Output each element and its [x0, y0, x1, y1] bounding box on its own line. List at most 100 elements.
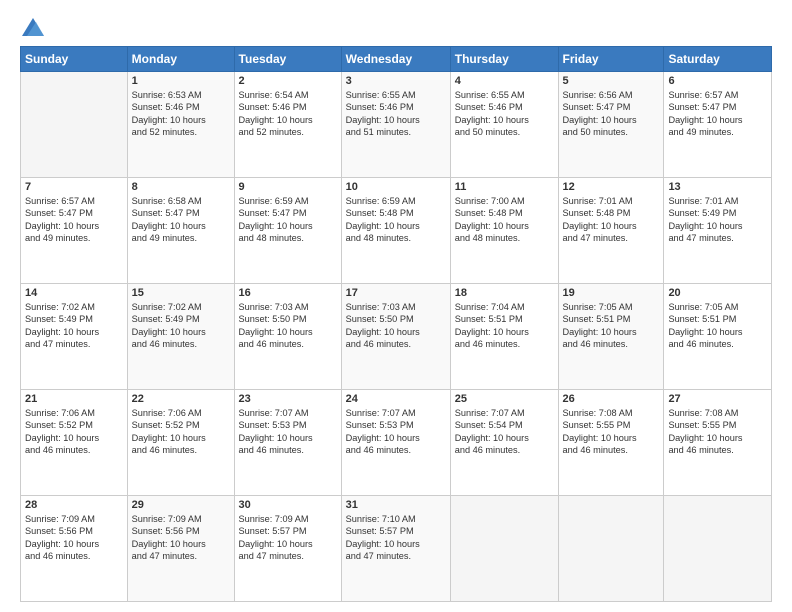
calendar-cell: 29 Sunrise: 7:09 AM Sunset: 5:56 PM Dayli…	[127, 496, 234, 602]
calendar-cell: 24 Sunrise: 7:07 AM Sunset: 5:53 PM Dayli…	[341, 390, 450, 496]
day-number: 30	[239, 499, 337, 511]
cell-content: Sunrise: 7:07 AM Sunset: 5:53 PM Dayligh…	[346, 407, 446, 457]
day-number: 11	[455, 181, 554, 193]
calendar-cell: 28 Sunrise: 7:09 AM Sunset: 5:56 PM Dayli…	[21, 496, 128, 602]
weekday-header-wednesday: Wednesday	[341, 47, 450, 72]
calendar-week-5: 28 Sunrise: 7:09 AM Sunset: 5:56 PM Dayli…	[21, 496, 772, 602]
day-number: 20	[668, 287, 767, 299]
cell-content: Sunrise: 7:02 AM Sunset: 5:49 PM Dayligh…	[132, 301, 230, 351]
day-number: 12	[563, 181, 660, 193]
cell-content: Sunrise: 6:56 AM Sunset: 5:47 PM Dayligh…	[563, 89, 660, 139]
calendar-cell: 22Sunrise: 7:06 AM Sunset: 5:52 PM Dayli…	[127, 390, 234, 496]
calendar: SundayMondayTuesdayWednesdayThursdayFrid…	[20, 46, 772, 602]
cell-content: Sunrise: 6:59 AM Sunset: 5:47 PM Dayligh…	[239, 195, 337, 245]
day-number: 6	[668, 75, 767, 87]
cell-content: Sunrise: 7:08 AM Sunset: 5:55 PM Dayligh…	[563, 407, 660, 457]
cell-content: Sunrise: 7:04 AM Sunset: 5:51 PM Dayligh…	[455, 301, 554, 351]
day-number: 28	[25, 499, 123, 511]
day-number: 2	[239, 75, 337, 87]
day-number: 10	[346, 181, 446, 193]
cell-content: Sunrise: 7:05 AM Sunset: 5:51 PM Dayligh…	[563, 301, 660, 351]
calendar-cell: 27 Sunrise: 7:08 AM Sunset: 5:55 PM Dayli…	[664, 390, 772, 496]
weekday-header-thursday: Thursday	[450, 47, 558, 72]
day-number: 7	[25, 181, 123, 193]
page: SundayMondayTuesdayWednesdayThursdayFrid…	[0, 0, 792, 612]
cell-content: Sunrise: 6:59 AM Sunset: 5:48 PM Dayligh…	[346, 195, 446, 245]
day-number: 14	[25, 287, 123, 299]
cell-content: Sunrise: 7:01 AM Sunset: 5:49 PM Dayligh…	[668, 195, 767, 245]
day-number: 26	[563, 393, 660, 405]
day-number: 15	[132, 287, 230, 299]
day-number: 25	[455, 393, 554, 405]
cell-content: Sunrise: 7:09 AM Sunset: 5:56 PM Dayligh…	[132, 513, 230, 563]
calendar-week-4: 21 Sunrise: 7:06 AM Sunset: 5:52 PM Dayli…	[21, 390, 772, 496]
calendar-cell: 15 Sunrise: 7:02 AM Sunset: 5:49 PM Dayli…	[127, 284, 234, 390]
cell-content: Sunrise: 7:10 AM Sunset: 5:57 PM Dayligh…	[346, 513, 446, 563]
calendar-cell: 17Sunrise: 7:03 AM Sunset: 5:50 PM Dayli…	[341, 284, 450, 390]
calendar-cell: 5 Sunrise: 6:56 AM Sunset: 5:47 PM Daylig…	[558, 72, 664, 178]
weekday-header-friday: Friday	[558, 47, 664, 72]
calendar-cell: 14 Sunrise: 7:02 AM Sunset: 5:49 PM Dayli…	[21, 284, 128, 390]
day-number: 27	[668, 393, 767, 405]
day-number: 19	[563, 287, 660, 299]
cell-content: Sunrise: 6:57 AM Sunset: 5:47 PM Dayligh…	[25, 195, 123, 245]
day-number: 24	[346, 393, 446, 405]
calendar-cell: 21 Sunrise: 7:06 AM Sunset: 5:52 PM Dayli…	[21, 390, 128, 496]
calendar-cell: 16 Sunrise: 7:03 AM Sunset: 5:50 PM Dayli…	[234, 284, 341, 390]
calendar-cell: 6 Sunrise: 6:57 AM Sunset: 5:47 PM Daylig…	[664, 72, 772, 178]
cell-content: Sunrise: 7:09 AM Sunset: 5:56 PM Dayligh…	[25, 513, 123, 563]
cell-content: Sunrise: 7:07 AM Sunset: 5:53 PM Dayligh…	[239, 407, 337, 457]
calendar-cell: 9 Sunrise: 6:59 AM Sunset: 5:47 PM Daylig…	[234, 178, 341, 284]
calendar-cell: 26 Sunrise: 7:08 AM Sunset: 5:55 PM Dayli…	[558, 390, 664, 496]
day-number: 22	[132, 393, 230, 405]
cell-content: Sunrise: 6:55 AM Sunset: 5:46 PM Dayligh…	[455, 89, 554, 139]
cell-content: Sunrise: 7:05 AM Sunset: 5:51 PM Dayligh…	[668, 301, 767, 351]
calendar-cell: 23 Sunrise: 7:07 AM Sunset: 5:53 PM Dayli…	[234, 390, 341, 496]
cell-content: Sunrise: 6:57 AM Sunset: 5:47 PM Dayligh…	[668, 89, 767, 139]
day-number: 9	[239, 181, 337, 193]
cell-content: Sunrise: 6:53 AM Sunset: 5:46 PM Dayligh…	[132, 89, 230, 139]
day-number: 29	[132, 499, 230, 511]
day-number: 1	[132, 75, 230, 87]
calendar-cell: 10 Sunrise: 6:59 AM Sunset: 5:48 PM Dayli…	[341, 178, 450, 284]
calendar-week-1: 1 Sunrise: 6:53 AM Sunset: 5:46 PM Daylig…	[21, 72, 772, 178]
day-number: 4	[455, 75, 554, 87]
calendar-cell: 18 Sunrise: 7:04 AM Sunset: 5:51 PM Dayli…	[450, 284, 558, 390]
cell-content: Sunrise: 7:09 AM Sunset: 5:57 PM Dayligh…	[239, 513, 337, 563]
day-number: 17	[346, 287, 446, 299]
day-number: 31	[346, 499, 446, 511]
calendar-cell	[21, 72, 128, 178]
day-number: 16	[239, 287, 337, 299]
calendar-cell: 25 Sunrise: 7:07 AM Sunset: 5:54 PM Dayli…	[450, 390, 558, 496]
weekday-header-row: SundayMondayTuesdayWednesdayThursdayFrid…	[21, 47, 772, 72]
cell-content: Sunrise: 6:54 AM Sunset: 5:46 PM Dayligh…	[239, 89, 337, 139]
weekday-header-saturday: Saturday	[664, 47, 772, 72]
cell-content: Sunrise: 7:07 AM Sunset: 5:54 PM Dayligh…	[455, 407, 554, 457]
weekday-header-tuesday: Tuesday	[234, 47, 341, 72]
calendar-cell: 7 Sunrise: 6:57 AM Sunset: 5:47 PM Daylig…	[21, 178, 128, 284]
calendar-week-2: 7 Sunrise: 6:57 AM Sunset: 5:47 PM Daylig…	[21, 178, 772, 284]
calendar-cell	[450, 496, 558, 602]
day-number: 13	[668, 181, 767, 193]
logo	[20, 18, 44, 36]
header	[20, 18, 772, 36]
day-number: 21	[25, 393, 123, 405]
calendar-cell: 13 Sunrise: 7:01 AM Sunset: 5:49 PM Dayli…	[664, 178, 772, 284]
day-number: 18	[455, 287, 554, 299]
cell-content: Sunrise: 7:02 AM Sunset: 5:49 PM Dayligh…	[25, 301, 123, 351]
calendar-cell: 2 Sunrise: 6:54 AM Sunset: 5:46 PM Daylig…	[234, 72, 341, 178]
weekday-header-monday: Monday	[127, 47, 234, 72]
day-number: 23	[239, 393, 337, 405]
weekday-header-sunday: Sunday	[21, 47, 128, 72]
cell-content: Sunrise: 6:58 AM Sunset: 5:47 PM Dayligh…	[132, 195, 230, 245]
cell-content: Sunrise: 7:03 AM Sunset: 5:50 PM Dayligh…	[239, 301, 337, 351]
day-number: 8	[132, 181, 230, 193]
day-number: 5	[563, 75, 660, 87]
cell-content: Sunrise: 7:06 AM Sunset: 5:52 PM Dayligh…	[25, 407, 123, 457]
cell-content: Sunrise: 7:01 AM Sunset: 5:48 PM Dayligh…	[563, 195, 660, 245]
calendar-cell: 4 Sunrise: 6:55 AM Sunset: 5:46 PM Daylig…	[450, 72, 558, 178]
cell-content: Sunrise: 6:55 AM Sunset: 5:46 PM Dayligh…	[346, 89, 446, 139]
cell-content: Sunrise: 7:08 AM Sunset: 5:55 PM Dayligh…	[668, 407, 767, 457]
calendar-cell: 20 Sunrise: 7:05 AM Sunset: 5:51 PM Dayli…	[664, 284, 772, 390]
logo-icon	[22, 18, 44, 36]
